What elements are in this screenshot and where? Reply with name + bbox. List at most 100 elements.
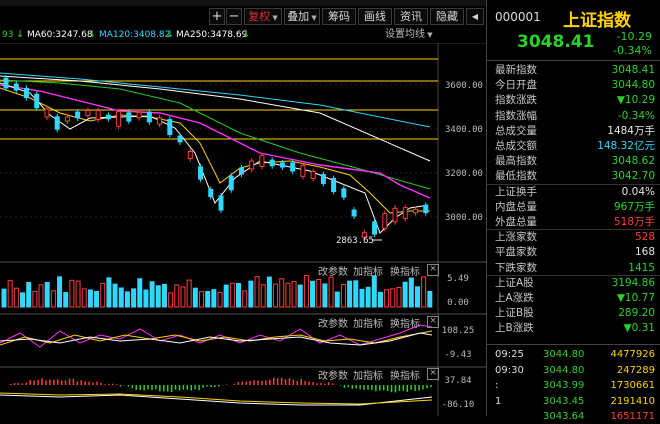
stat-row: 总成交额148.32亿元 <box>493 139 655 153</box>
macd-bar <box>14 383 16 385</box>
stat-label: 上证换手 <box>495 185 537 199</box>
ma-settings-link[interactable]: 设置均线 ▼ <box>385 27 433 43</box>
kline-chart[interactable]: 3600.00 3400.00 3200.00 3000.00 2863.65 … <box>0 43 486 416</box>
fuquan-label: 复权 <box>248 10 270 23</box>
chouma-button[interactable]: 筹码 <box>322 8 356 25</box>
stat-value: ▼0.31 <box>624 321 655 335</box>
stat-row: 指数涨跌▼10.29 <box>493 93 655 107</box>
volume-bar <box>378 292 382 307</box>
candle-body <box>188 152 192 159</box>
volume-bar <box>372 276 376 307</box>
hide-button[interactable]: 隐藏 <box>430 8 464 25</box>
macd-bar <box>340 385 342 386</box>
macd-bar <box>163 385 165 391</box>
close-icon[interactable]: × <box>427 368 439 380</box>
macd-bar <box>234 384 236 385</box>
macd-bar <box>214 385 216 387</box>
macd-bar <box>238 382 240 385</box>
volume-bar <box>354 281 358 307</box>
macd-bar <box>191 385 193 391</box>
close-icon[interactable]: × <box>427 316 439 328</box>
price-tick-label: 3600.00 <box>445 81 483 91</box>
volume-bar <box>101 283 105 307</box>
volume-bar <box>206 292 210 307</box>
macd-bar <box>198 385 200 390</box>
tick-time: 09:25 <box>495 348 524 362</box>
volume-bar <box>14 288 18 307</box>
volume-bar <box>298 285 302 307</box>
candle-body <box>301 166 305 177</box>
diejia-dropdown[interactable]: 叠加 ▼ <box>284 8 320 25</box>
zoom-in-button[interactable]: + <box>209 8 225 25</box>
stat-label: 上涨家数 <box>495 230 537 244</box>
add-indicator-button[interactable]: 加指标 <box>353 263 383 278</box>
macd-bar <box>379 385 381 390</box>
volume-bar <box>125 292 129 307</box>
switch-indicator-button[interactable]: 换指标 <box>390 263 420 278</box>
tick-row: 13043.452191410 <box>493 395 657 409</box>
edit-params-button[interactable]: 改参数 <box>318 367 348 382</box>
volume-bar <box>70 280 74 307</box>
volume-bar <box>76 281 80 307</box>
stat-row: 指数涨幅-0.34% <box>493 109 655 123</box>
candle-body <box>4 78 8 88</box>
volume-bar <box>58 277 62 307</box>
switch-indicator-button[interactable]: 换指标 <box>390 367 420 382</box>
macd-bar <box>132 385 134 388</box>
indicator1-axis-top: 108.25 <box>442 326 475 336</box>
stat-value: 967万手 <box>614 200 655 214</box>
volume-bar <box>249 281 253 307</box>
macd-bar <box>104 384 106 385</box>
stat-row: 上涨家数528 <box>493 230 655 244</box>
edit-params-button[interactable]: 改参数 <box>318 263 348 278</box>
stat-value: ▼10.77 <box>617 291 655 305</box>
candle-body <box>403 208 407 219</box>
macd-bar <box>26 383 28 385</box>
candle-body <box>291 163 295 171</box>
volume-axis-top: 5.49 <box>447 274 469 284</box>
candle-body <box>342 189 346 197</box>
volume-bar <box>261 285 265 307</box>
volume-bar <box>292 282 296 307</box>
news-button[interactable]: 资讯 <box>394 8 428 25</box>
macd-bar <box>289 378 291 385</box>
volume-bar <box>311 281 315 307</box>
candle-body <box>147 112 151 122</box>
candle-body <box>55 117 59 129</box>
quote-panel: 000001 上证指数 3048.41 -10.29 -0.34% 最新指数30… <box>486 0 660 416</box>
macd-bar <box>53 380 55 385</box>
arrow-down-icon: ↓ <box>88 27 96 43</box>
fuquan-dropdown[interactable]: 复权 ▼ <box>244 8 282 25</box>
stat-value: 168 <box>635 245 655 259</box>
macd-bar <box>324 384 326 385</box>
add-indicator-button[interactable]: 加指标 <box>353 367 383 382</box>
macd-bar <box>312 382 314 385</box>
volume-bar <box>323 284 327 307</box>
stat-row: 上证换手 0.04% <box>493 185 655 199</box>
back-arrow-icon[interactable]: ◀ <box>466 8 484 25</box>
horizontal-lines <box>0 59 438 139</box>
switch-indicator-button[interactable]: 换指标 <box>390 315 420 330</box>
candle-body <box>424 205 428 212</box>
stat-row: 外盘总量518万手 <box>493 215 655 229</box>
stat-row: 最低指数3042.70 <box>493 169 655 183</box>
volume-bar <box>150 282 154 307</box>
macd-bar <box>159 385 161 391</box>
macd-bar <box>300 379 302 385</box>
zoom-out-button[interactable]: − <box>226 8 242 25</box>
stat-value: 1415 <box>628 261 655 275</box>
huaxian-button[interactable]: 画线 <box>358 8 392 25</box>
tick-time: 1 <box>495 395 501 409</box>
edit-params-button[interactable]: 改参数 <box>318 315 348 330</box>
candle-body <box>14 84 18 90</box>
stat-row: 下跌家数1415 <box>493 261 655 275</box>
volume-axis-bottom: 0.00 <box>447 298 469 308</box>
macd-bar <box>328 382 330 385</box>
stat-value: 0.04% <box>622 185 655 199</box>
close-icon[interactable]: × <box>427 264 439 276</box>
add-indicator-button[interactable]: 加指标 <box>353 315 383 330</box>
candle-body <box>209 189 213 196</box>
tick-time: 09:30 <box>495 364 524 378</box>
macd-bar <box>179 385 181 390</box>
volume-bar <box>397 288 401 307</box>
